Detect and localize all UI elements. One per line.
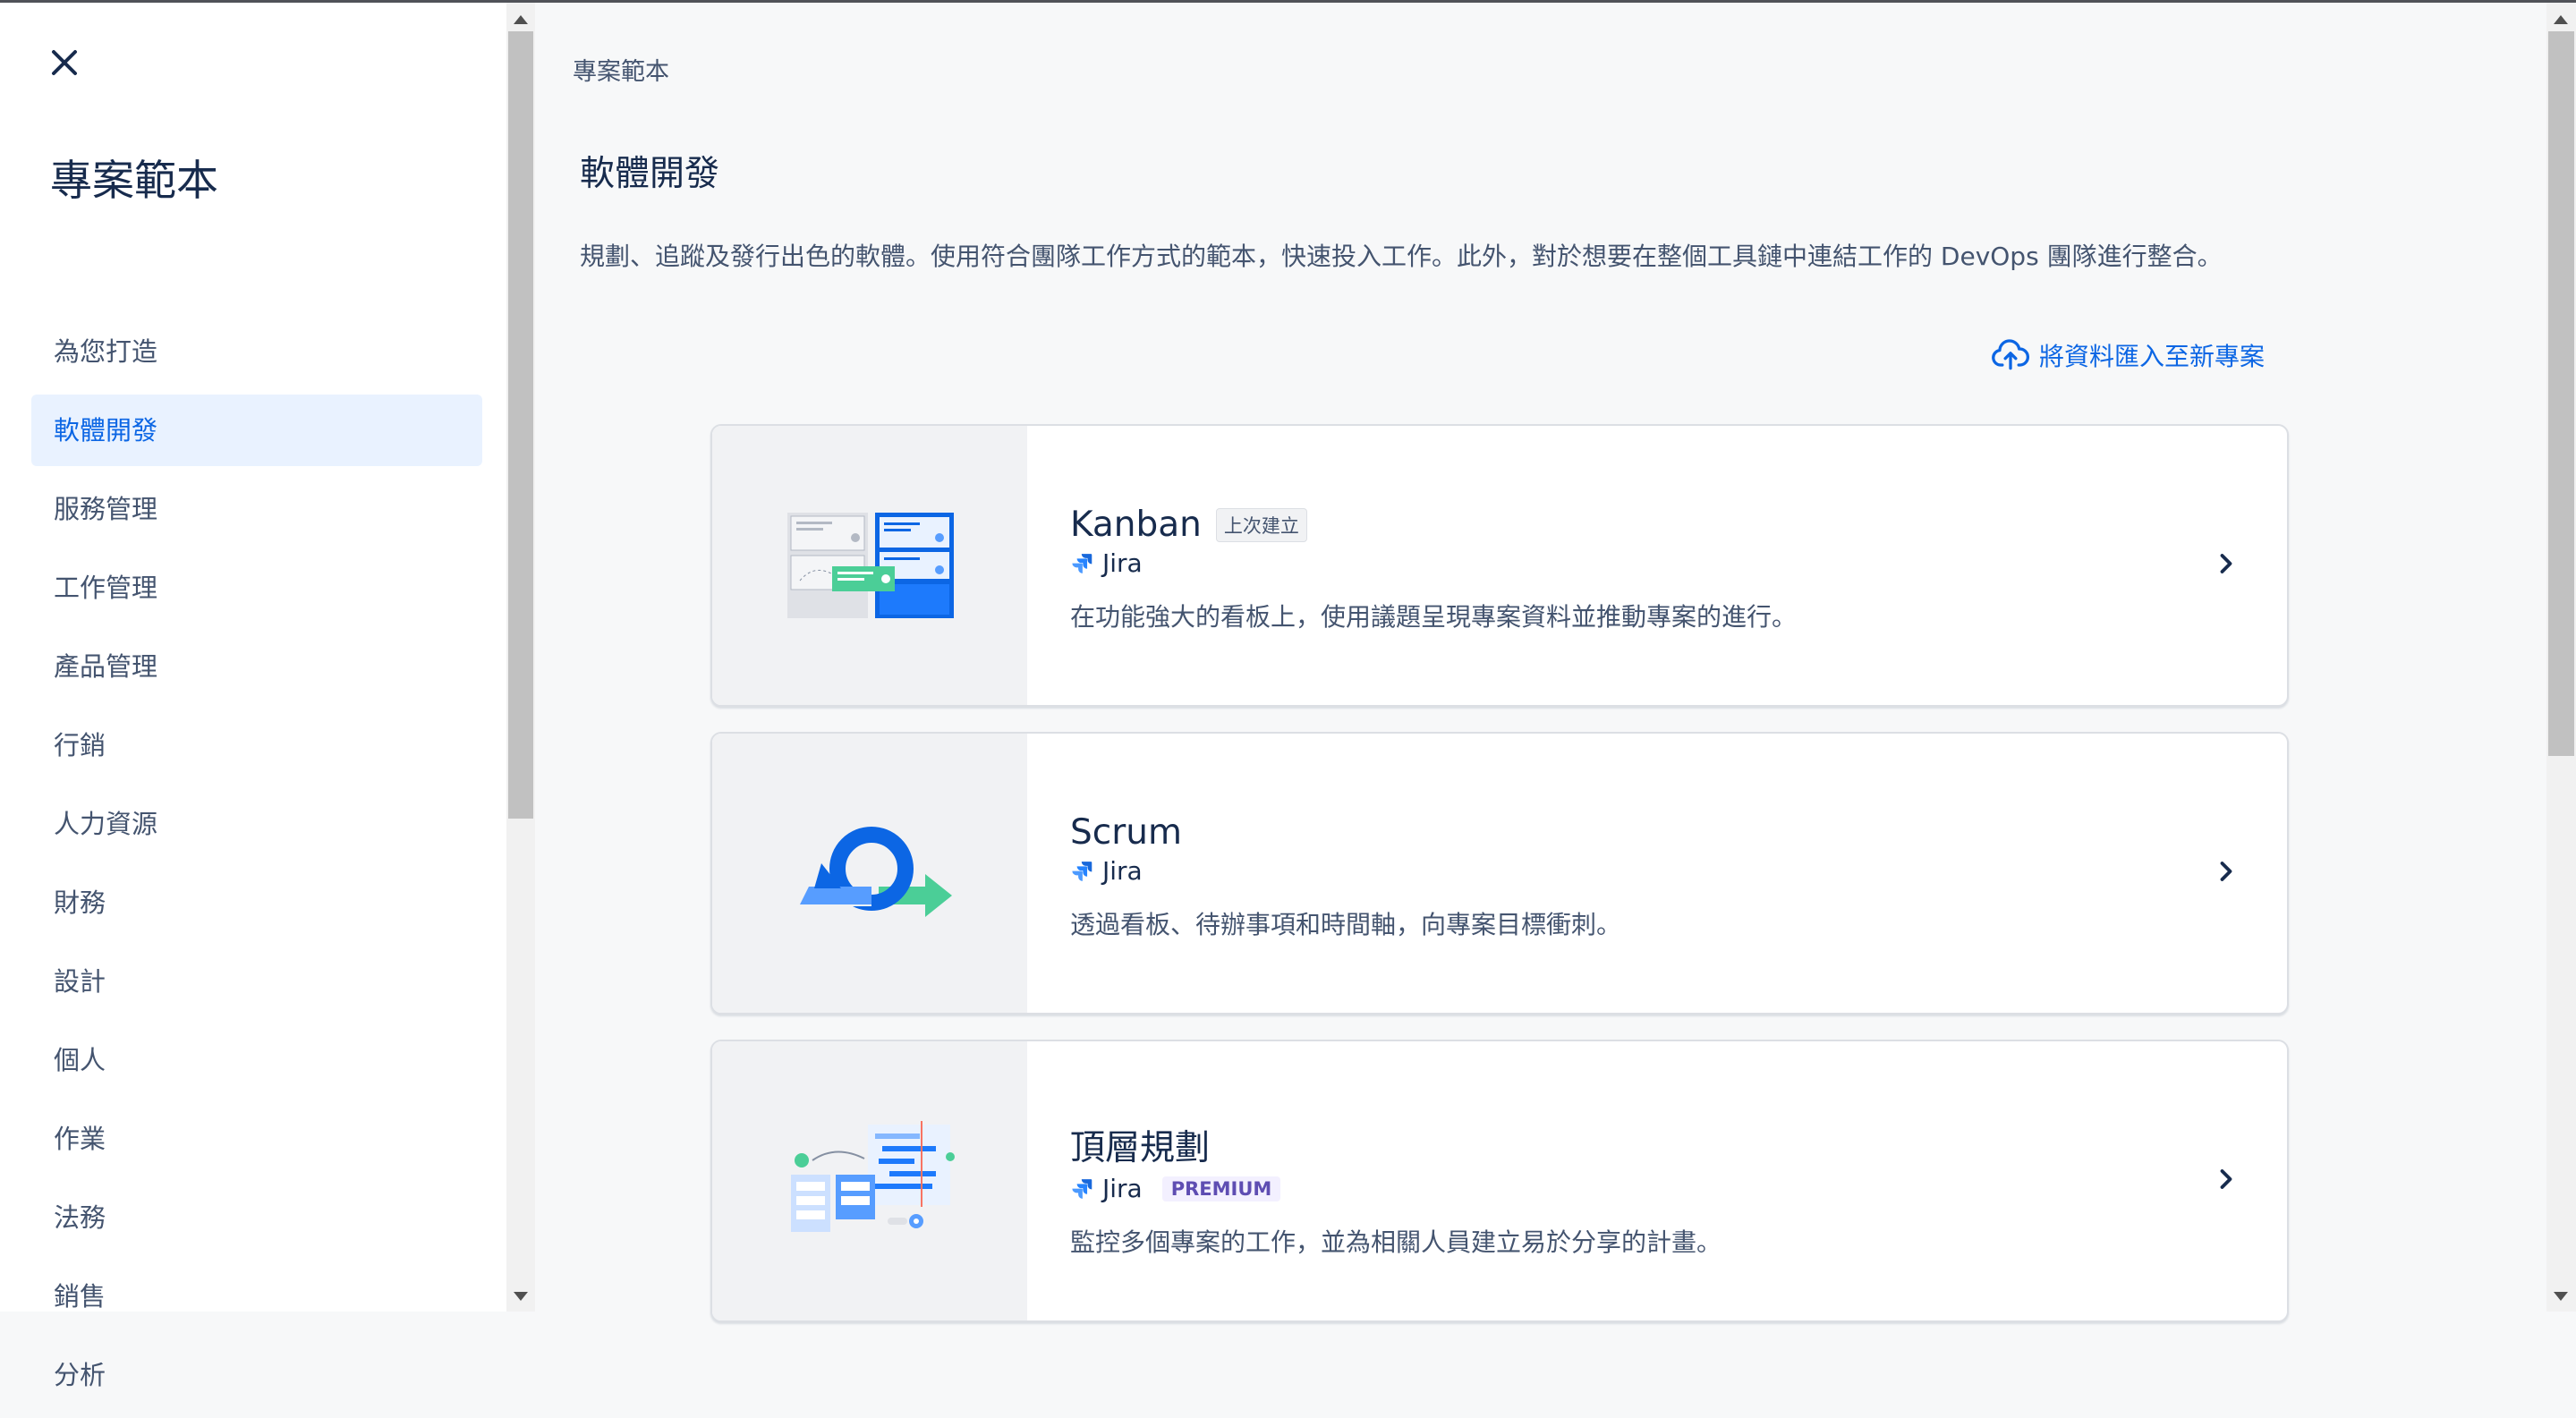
template-card-top-level-planning[interactable]: 頂層規劃 Jira PREMIUM 監控多個專案的工作，並為相關人員建立易於分享…: [710, 1040, 2289, 1322]
sidebar-item-marketing[interactable]: 行銷: [31, 709, 482, 781]
template-description: 透過看板、待辦事項和時間軸，向專案目標衝刺。: [1070, 910, 1622, 939]
template-name: 頂層規劃: [1070, 1128, 1211, 1168]
main-scrollbar-thumb[interactable]: [2548, 31, 2574, 756]
sidebar-item-built-for-you[interactable]: 為您打造: [31, 316, 482, 387]
top-level-planning-illustration: [712, 1041, 1027, 1320]
chevron-right-icon: [2220, 1169, 2232, 1189]
last-created-tag: 上次建立: [1215, 507, 1307, 542]
sidebar-item-design[interactable]: 設計: [31, 946, 482, 1017]
sidebar-item-operations[interactable]: 作業: [31, 1103, 482, 1175]
sidebar-item-legal[interactable]: 法務: [31, 1182, 482, 1253]
template-card-scrum[interactable]: Scrum Jira 透過看板、待辦事項和時間軸，向專案目標衝刺。: [710, 732, 2289, 1015]
scroll-down-arrow-icon[interactable]: [514, 1292, 528, 1301]
category-description: 規劃、追蹤及發行出色的軟體。使用符合團隊工作方式的範本，快速投入工作。此外，對於…: [580, 242, 2223, 271]
template-card-body: Scrum Jira 透過看板、待辦事項和時間軸，向專案目標衝刺。: [1070, 812, 1621, 941]
chevron-right-icon: [2220, 554, 2232, 573]
import-data-label: 將資料匯入至新專案: [2039, 342, 2266, 371]
sidebar-item-human-resources[interactable]: 人力資源: [31, 788, 482, 860]
sidebar-scrollbar[interactable]: [506, 3, 535, 1312]
scroll-up-arrow-icon[interactable]: [514, 15, 528, 24]
kanban-illustration: [712, 426, 1027, 705]
sidebar-item-personal[interactable]: 個人: [31, 1024, 482, 1096]
main-scrollbar[interactable]: [2546, 3, 2576, 1312]
jira-logo-icon: [1072, 1178, 1092, 1199]
breadcrumb[interactable]: 專案範本: [573, 52, 669, 87]
sidebar-item-finance[interactable]: 財務: [31, 867, 482, 938]
kanban-board-icon: [787, 513, 954, 618]
sidebar-item-sales[interactable]: 銷售: [31, 1261, 482, 1332]
scrum-illustration: [712, 734, 1027, 1013]
product-name: Jira: [1102, 1174, 1143, 1203]
template-description: 在功能強大的看板上，使用議題呈現專案資料並推動專案的進行。: [1070, 602, 1798, 632]
template-card-body: Kanban 上次建立 Jira 在功能強大的看板上，使用議題呈現專案資料並推動…: [1070, 505, 1797, 633]
template-name: Kanban: [1070, 505, 1202, 545]
template-name: Scrum: [1070, 812, 1182, 853]
jira-logo-icon: [1072, 553, 1092, 573]
planning-timeline-icon: [791, 1121, 955, 1232]
product-name: Jira: [1102, 548, 1143, 578]
template-card-kanban[interactable]: Kanban 上次建立 Jira 在功能強大的看板上，使用議題呈現專案資料並推動…: [710, 424, 2289, 707]
scroll-up-arrow-icon[interactable]: [2554, 15, 2568, 24]
import-data-link[interactable]: 將資料匯入至新專案: [1991, 335, 2265, 375]
scrum-cycle-icon: [800, 827, 952, 917]
sidebar-item-analytics[interactable]: 分析: [31, 1339, 482, 1411]
template-card-body: 頂層規劃 Jira PREMIUM 監控多個專案的工作，並為相關人員建立易於分享…: [1070, 1120, 1722, 1259]
sidebar: 專案範本 為您打造 軟體開發 服務管理 工作管理 產品管理 行銷 人力資源 財務…: [0, 3, 506, 1390]
product-name: Jira: [1102, 856, 1143, 886]
template-description: 監控多個專案的工作，並為相關人員建立易於分享的計畫。: [1070, 1227, 1722, 1257]
scroll-down-arrow-icon[interactable]: [2554, 1292, 2568, 1301]
page-title: 軟體開發: [580, 154, 720, 194]
category-nav: 為您打造 軟體開發 服務管理 工作管理 產品管理 行銷 人力資源 財務 設計 個…: [31, 316, 482, 1418]
jira-logo-icon: [1072, 861, 1092, 881]
main-content: 專案範本 軟體開發 規劃、追蹤及發行出色的軟體。使用符合團隊工作方式的範本，快速…: [535, 3, 2546, 1322]
sidebar-item-work-management[interactable]: 工作管理: [31, 552, 482, 624]
sidebar-title: 專案範本: [50, 157, 218, 206]
sidebar-scrollbar-thumb[interactable]: [508, 31, 533, 819]
sidebar-item-software-development[interactable]: 軟體開發: [31, 395, 482, 466]
close-icon: [52, 50, 77, 75]
sidebar-item-product-management[interactable]: 產品管理: [31, 631, 482, 702]
close-button[interactable]: [45, 43, 84, 82]
premium-badge: PREMIUM: [1161, 1176, 1281, 1201]
cloud-upload-icon: [1992, 339, 2029, 370]
chevron-right-icon: [2220, 862, 2232, 881]
sidebar-item-service-management[interactable]: 服務管理: [31, 473, 482, 545]
